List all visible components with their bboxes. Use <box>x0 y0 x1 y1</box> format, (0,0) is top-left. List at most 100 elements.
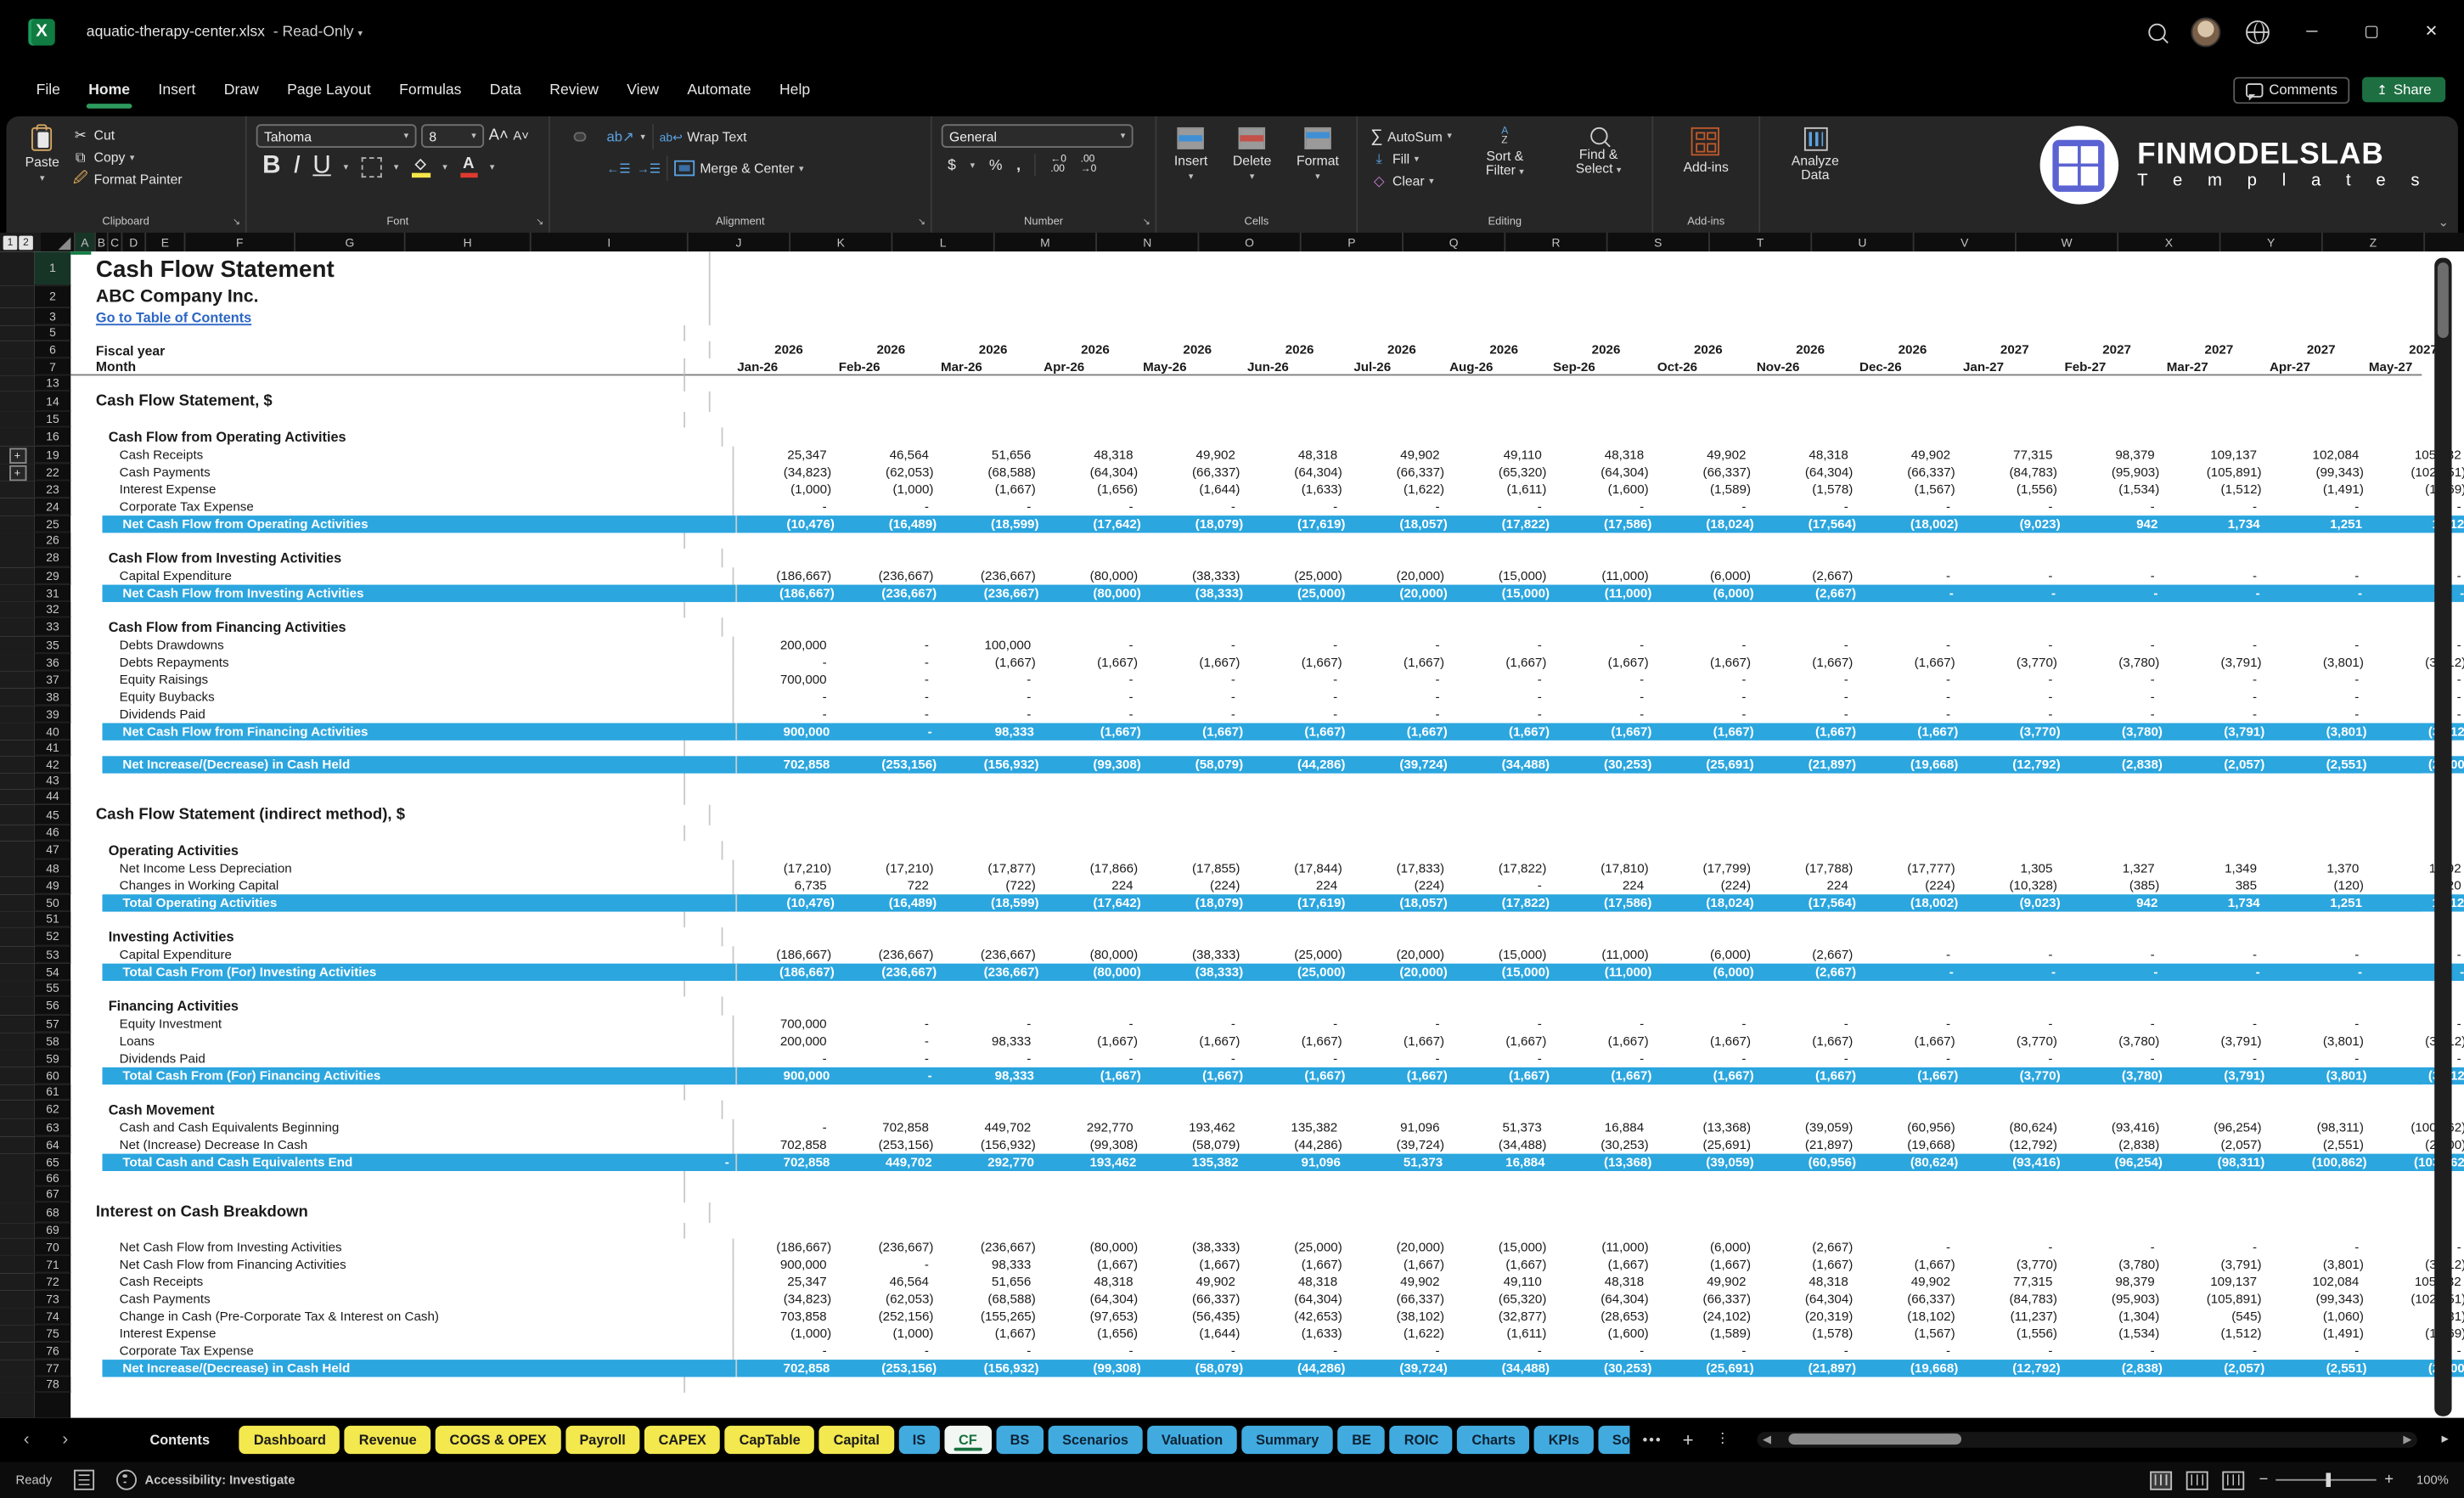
data-cell[interactable]: (17,833) <box>1347 859 1449 876</box>
data-cell[interactable]: (1,667) <box>1143 1256 1245 1273</box>
data-cell[interactable]: (236,667) <box>938 946 1040 963</box>
data-cell[interactable]: (156,932) <box>938 1136 1040 1153</box>
row-header-63[interactable]: 63 <box>35 1119 71 1136</box>
data-cell[interactable]: (58,079) <box>1145 1360 1247 1377</box>
data-cell[interactable]: - <box>2266 1239 2368 1256</box>
format-cells-button[interactable]: Format▾ <box>1287 124 1348 185</box>
fill-color-button[interactable]: ◇ <box>411 156 430 177</box>
data-cell[interactable]: (17,619) <box>1248 894 1350 911</box>
data-cell[interactable]: (19,668) <box>1861 756 1963 773</box>
data-cell[interactable]: (1,667) <box>1143 1033 1245 1050</box>
data-cell[interactable]: (1,667) <box>938 654 1040 671</box>
data-cell[interactable]: (39,724) <box>1350 1360 1452 1377</box>
data-cell[interactable]: (545) <box>2164 1308 2266 1325</box>
data-cell[interactable]: 49,902 <box>1143 447 1245 464</box>
data-cell[interactable]: (58,079) <box>1145 756 1247 773</box>
data-cell[interactable]: (1,667) <box>1758 1067 1860 1084</box>
data-cell[interactable]: (186,667) <box>734 946 835 963</box>
row-label-cell[interactable] <box>70 1377 684 1393</box>
align-center-button[interactable] <box>575 165 584 171</box>
sheet-nav-right-icon[interactable]: › <box>48 1429 82 1448</box>
data-cell[interactable]: (38,333) <box>1143 946 1245 963</box>
data-cell[interactable]: (1,667) <box>1858 1256 1960 1273</box>
data-cell[interactable]: (2,551) <box>2270 1360 2371 1377</box>
data-cell[interactable]: - <box>938 1343 1040 1360</box>
data-cell[interactable]: - <box>734 1343 835 1360</box>
data-cell[interactable]: (1,633) <box>1245 481 1347 498</box>
sheet-options-icon[interactable]: ⋮ <box>1707 1430 1739 1447</box>
data-cell[interactable]: - <box>1143 1343 1245 1360</box>
underline-button[interactable]: U <box>312 153 330 181</box>
data-cell[interactable]: (105,891) <box>2164 1291 2266 1308</box>
data-cell[interactable]: 100,000 <box>938 637 1040 654</box>
data-cell[interactable]: (224) <box>1653 877 1755 894</box>
data-cell[interactable]: (66,337) <box>1858 1291 1960 1308</box>
increase-decimal-button[interactable]: ←0.00 <box>1050 155 1066 174</box>
data-cell[interactable]: 449,702 <box>938 1119 1040 1136</box>
data-cell[interactable]: - <box>1551 706 1653 723</box>
data-cell[interactable]: 91,096 <box>1347 1119 1449 1136</box>
data-cell[interactable]: (1,667) <box>1449 654 1551 671</box>
data-cell[interactable]: (10,476) <box>737 894 839 911</box>
data-cell[interactable]: - <box>1040 1050 1142 1067</box>
data-cell[interactable]: - <box>1960 1016 2062 1033</box>
data-cell[interactable]: (25,000) <box>1245 1239 1347 1256</box>
data-cell[interactable]: 49,902 <box>1653 447 1755 464</box>
data-cell[interactable]: Dec-26 <box>1809 358 1911 374</box>
column-header-N[interactable]: N <box>1097 233 1199 251</box>
data-cell[interactable]: (253,156) <box>839 1360 941 1377</box>
data-cell[interactable]: 2026 <box>914 341 1016 358</box>
row-header-48[interactable]: 48 <box>35 859 71 876</box>
data-cell[interactable]: 98,333 <box>938 1033 1040 1050</box>
data-cell[interactable]: (18,024) <box>1657 515 1758 532</box>
row-label-cell[interactable]: Net Cash Flow from Investing Activities <box>70 1239 732 1256</box>
data-cell[interactable]: (20,000) <box>1350 585 1452 602</box>
row-header-40[interactable]: 40 <box>35 723 71 740</box>
data-cell[interactable]: (9,023) <box>1963 894 2065 911</box>
row-label-cell[interactable]: Cash Flow from Investing Activities <box>70 549 721 567</box>
row-header-32[interactable]: 32 <box>35 602 71 618</box>
outline-level-2[interactable]: 2 <box>19 235 33 250</box>
data-cell[interactable]: (21,897) <box>1758 756 1860 773</box>
row-label-cell[interactable]: Financing Activities <box>70 997 721 1016</box>
font-dialog-launcher[interactable]: ↘ <box>536 217 543 228</box>
data-cell[interactable]: - <box>2164 1239 2266 1256</box>
data-cell[interactable]: - <box>938 1016 1040 1033</box>
data-cell[interactable]: Jul-26 <box>1298 358 1400 374</box>
row-header-51[interactable]: 51 <box>35 912 71 928</box>
data-cell[interactable]: Apr-27 <box>2218 358 2320 374</box>
data-cell[interactable]: (186,667) <box>737 585 839 602</box>
sheet-tab-charts[interactable]: Charts <box>1458 1425 1530 1453</box>
row-label-cell[interactable]: Total Cash From (For) Investing Activiti… <box>70 964 735 981</box>
data-cell[interactable]: (3,780) <box>2065 1067 2167 1084</box>
data-cell[interactable]: (17,877) <box>938 859 1040 876</box>
data-cell[interactable]: - <box>1245 1343 1347 1360</box>
data-cell[interactable]: (385) <box>2062 877 2164 894</box>
sheet-tab-cogs-opex[interactable]: COGS & OPEX <box>436 1425 560 1453</box>
data-cell[interactable]: Feb-26 <box>787 358 889 374</box>
data-cell[interactable]: - <box>938 689 1040 706</box>
data-cell[interactable]: (25,691) <box>1657 756 1758 773</box>
sheet-tab-is[interactable]: IS <box>898 1425 940 1453</box>
number-format-select[interactable]: General▾ <box>942 124 1134 148</box>
data-cell[interactable]: (25,000) <box>1245 946 1347 963</box>
row-label-cell[interactable] <box>70 532 684 549</box>
data-cell[interactable]: - <box>734 654 835 671</box>
row-label-cell[interactable]: Cash Flow from Operating Activities <box>70 427 721 446</box>
data-cell[interactable]: (1,667) <box>1449 1033 1551 1050</box>
row-header-46[interactable]: 46 <box>35 825 71 842</box>
data-cell[interactable]: (93,416) <box>1963 1154 2065 1171</box>
data-cell[interactable]: (1,667) <box>1653 1256 1755 1273</box>
data-cell[interactable]: (1,556) <box>1960 1325 2062 1342</box>
data-cell[interactable]: - <box>1653 706 1755 723</box>
row-label-cell[interactable]: Cash Receipts <box>70 447 732 464</box>
data-cell[interactable]: (66,337) <box>1653 464 1755 481</box>
row-label-cell[interactable] <box>70 602 684 618</box>
data-cell[interactable]: - <box>836 498 938 515</box>
data-cell[interactable]: (64,304) <box>1040 1291 1142 1308</box>
page-break-view-icon[interactable] <box>2223 1471 2245 1490</box>
data-cell[interactable]: (1,611) <box>1449 481 1551 498</box>
vertical-scrollbar[interactable] <box>2434 258 2451 1416</box>
data-cell[interactable]: (12,792) <box>1963 756 2065 773</box>
data-cell[interactable]: - <box>1245 689 1347 706</box>
